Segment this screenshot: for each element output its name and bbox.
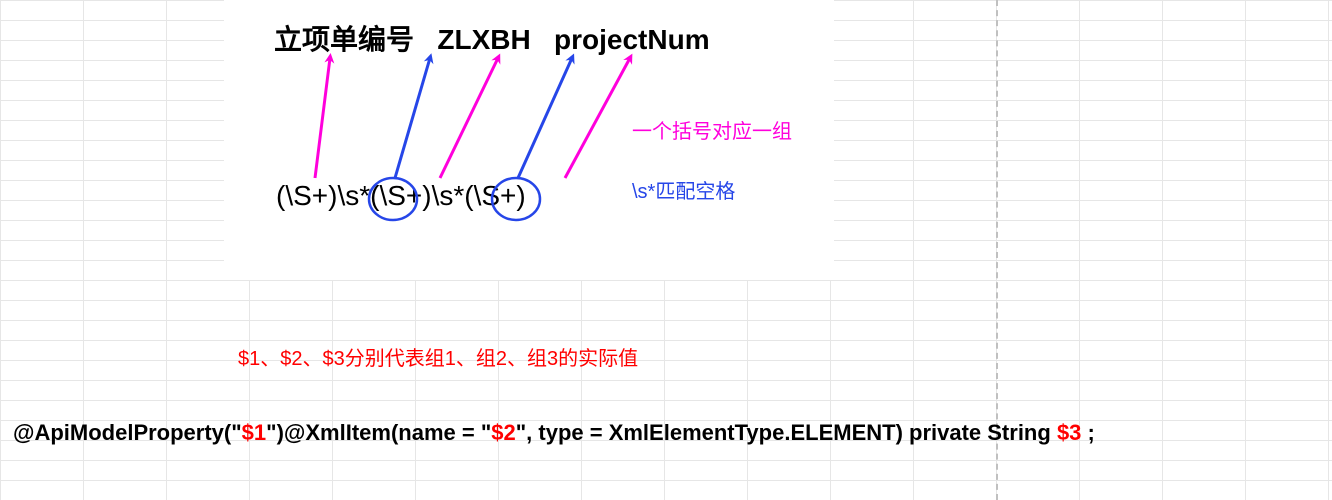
code-var-2: $2 [491, 420, 515, 445]
code-var-3: $3 [1057, 420, 1081, 445]
note-group: 一个括号对应一组 [632, 115, 792, 144]
code-part-3: ", type = XmlElementType.ELEMENT) privat… [516, 420, 1057, 445]
header-label-1: 立项单编号 [274, 24, 414, 55]
header-label-2: ZLXBH [437, 24, 530, 55]
code-template: @ApiModelProperty("$1")@XmlItem(name = "… [13, 420, 1095, 446]
groups-description: $1、$2、$3分别代表组1、组2、组3的实际值 [238, 342, 638, 371]
header-label-3: projectNum [554, 24, 710, 55]
code-part-1: @ApiModelProperty(" [13, 420, 242, 445]
note-whitespace: \s*匹配空格 [632, 175, 735, 204]
regex-pattern: (\S+)\s*(\S+)\s*(\S+) [276, 180, 526, 212]
header-labels: 立项单编号 ZLXBH projectNum [274, 18, 710, 58]
code-var-1: $1 [242, 420, 266, 445]
code-part-4: ; [1081, 420, 1094, 445]
code-part-2: ")@XmlItem(name = " [266, 420, 491, 445]
